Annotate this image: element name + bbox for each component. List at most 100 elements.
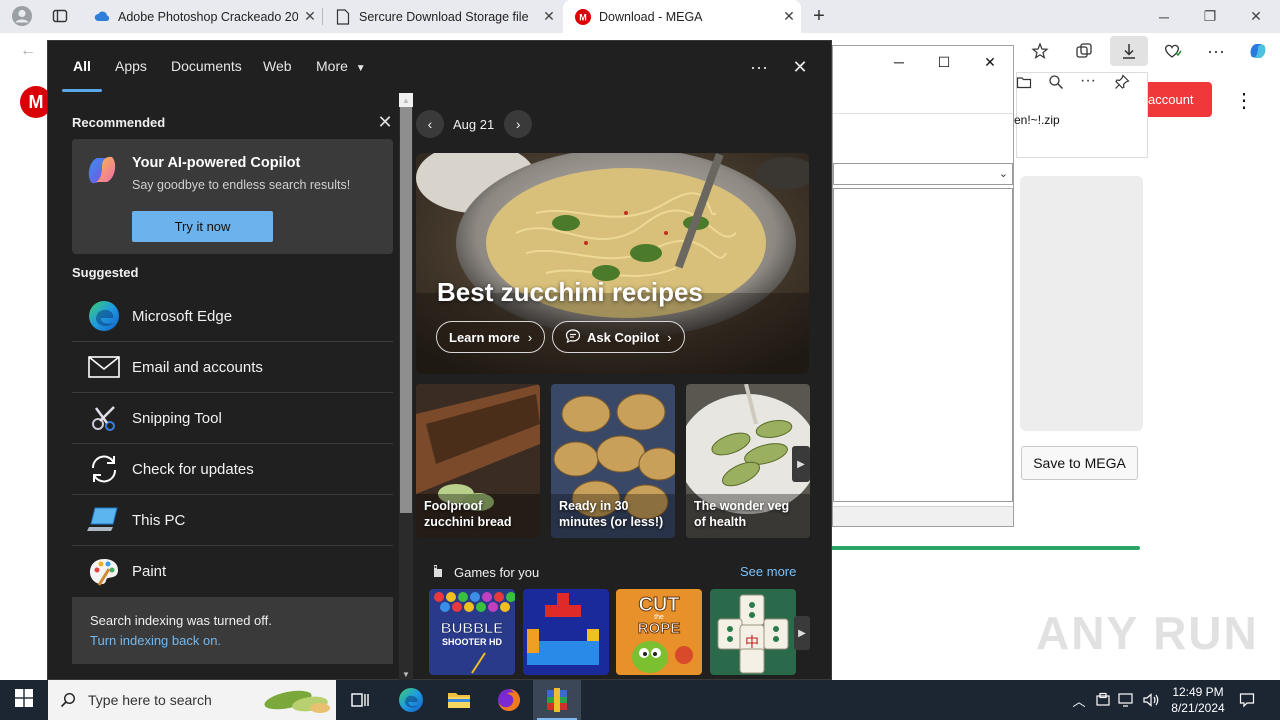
suggested-email-accounts[interactable]: Email and accounts (72, 342, 393, 393)
downloads-icon[interactable] (1110, 36, 1148, 66)
taskbar-clock[interactable]: 12:49 PM 8/21/2024 (1160, 684, 1236, 716)
dialog-title-bar: ─ ☐ ✕ (833, 46, 1013, 76)
learn-more-button[interactable]: Learn more › (436, 321, 546, 353)
security-icon[interactable] (1092, 680, 1114, 720)
tab-more[interactable]: More ▼ (316, 58, 366, 74)
tab-documents[interactable]: Documents (171, 58, 242, 74)
more-icon[interactable]: ··· (1080, 72, 1096, 90)
tab-more-label: More (316, 58, 348, 74)
taskbar-search-box[interactable]: Type here to search (48, 680, 336, 720)
tile-caption: Ready in 30 minutes (or less!) (559, 498, 663, 530)
scroll-up-icon[interactable]: ▲ (399, 93, 413, 107)
close-icon[interactable]: ✕ (777, 8, 801, 25)
game-mahjong[interactable]: 中 (710, 589, 796, 675)
suggested-check-updates[interactable]: Check for updates (72, 444, 393, 495)
search-icon[interactable] (1048, 74, 1064, 95)
settings-menu-icon[interactable]: ··· (1200, 36, 1232, 66)
firefox-icon[interactable] (485, 680, 533, 720)
tiles-next-icon[interactable]: ▶ (792, 446, 810, 482)
notifications-icon[interactable] (1236, 680, 1258, 720)
news-tile-zucchini-bread[interactable]: Foolproof zucchini bread (416, 384, 540, 538)
file-explorer-icon[interactable] (435, 680, 483, 720)
browser-essentials-icon[interactable] (1156, 36, 1188, 66)
tab-adobe-photoshop[interactable]: Adobe Photoshop Crackeado 20 ✕ (82, 0, 322, 33)
ask-copilot-button[interactable]: Ask Copilot › (552, 321, 685, 353)
maximize-icon[interactable]: ☐ (924, 50, 964, 74)
tile-caption: Foolproof zucchini bread (424, 498, 512, 530)
news-tile-ready-in-30[interactable]: Ready in 30 minutes (or less!) (551, 384, 675, 538)
new-tab-button[interactable]: + (803, 1, 835, 31)
search-highlights-pane: ‹ Aug 21 › Best zucchini recipes Learn m… (416, 93, 833, 681)
page-icon (335, 8, 351, 25)
profile-avatar-icon[interactable] (6, 1, 38, 31)
tab-download-mega[interactable]: M Download - MEGA ✕ (563, 0, 801, 33)
hero-title: Best zucchini recipes (437, 277, 703, 307)
windows-taskbar: Type here to search ︿ 12:49 PM 8/21/2024 (0, 680, 1280, 720)
suggested-label: Check for updates (132, 460, 254, 478)
tab-web[interactable]: Web (263, 58, 292, 74)
try-it-now-button[interactable]: Try it now (132, 211, 273, 242)
suggested-this-pc[interactable]: This PC (72, 495, 393, 546)
scroll-down-icon[interactable]: ▼ (399, 667, 413, 681)
tile-caption-line: Foolproof (424, 499, 483, 513)
tab-actions-icon[interactable] (44, 1, 76, 31)
save-to-mega-button[interactable]: Save to MEGA (1021, 446, 1138, 480)
winrar-icon[interactable] (533, 680, 581, 720)
copilot-card-title: Your AI-powered Copilot (132, 155, 301, 171)
previous-day-icon[interactable]: ‹ (416, 110, 444, 138)
tab-title: Adobe Photoshop Crackeado 20 (118, 9, 298, 24)
volume-icon[interactable] (1140, 680, 1162, 720)
show-hidden-icons-icon[interactable]: ︿ (1068, 680, 1090, 720)
dialog-list[interactable] (833, 188, 1013, 502)
close-icon[interactable]: ✕ (970, 50, 1010, 74)
restore-icon[interactable]: ❐ (1187, 0, 1233, 33)
close-flyout-icon[interactable]: ✕ (785, 53, 815, 81)
recommended-heading: Recommended (72, 115, 166, 130)
scrollbar-thumb[interactable] (400, 107, 412, 513)
close-icon[interactable]: ✕ (298, 8, 322, 25)
game-block-puzzle[interactable] (523, 589, 609, 675)
copilot-icon[interactable] (1242, 36, 1274, 66)
pin-icon[interactable] (1114, 74, 1130, 95)
taskbar-edge-icon[interactable] (387, 680, 435, 720)
create-account-button[interactable]: account (1140, 82, 1212, 117)
suggested-microsoft-edge[interactable]: Microsoft Edge (72, 291, 393, 342)
copilot-promo-card[interactable]: Your AI-powered Copilot Say goodbye to e… (72, 139, 393, 254)
task-view-icon[interactable] (336, 680, 384, 720)
minimize-icon[interactable]: ─ (879, 50, 919, 74)
suggested-snipping-tool[interactable]: Snipping Tool (72, 393, 393, 444)
hero-card[interactable]: Best zucchini recipes Learn more › Ask C… (416, 153, 809, 374)
download-filename: en!~!.zip (1014, 113, 1060, 127)
close-window-icon[interactable]: ✕ (1233, 0, 1279, 33)
svg-text:中: 中 (745, 635, 759, 651)
bubble-shooter-thumbnail: BUBBLE SHOOTER HD (429, 589, 515, 675)
next-day-icon[interactable]: › (504, 110, 533, 138)
chat-bubble-icon (565, 328, 581, 347)
tab-all[interactable]: All (73, 58, 91, 74)
close-icon[interactable]: ✕ (537, 8, 561, 25)
game-cut-the-rope[interactable]: CUT the ROPE (616, 589, 702, 675)
games-next-icon[interactable]: ▶ (794, 616, 810, 650)
dialog-combo-box[interactable]: ⌄ (833, 163, 1013, 185)
back-arrow-icon[interactable]: ← (12, 36, 44, 66)
left-pane-scrollbar[interactable]: ▲ ▼ (399, 93, 413, 681)
collections-icon[interactable] (1068, 36, 1100, 66)
favorites-icon[interactable] (1024, 36, 1056, 66)
game-bubble-shooter[interactable]: BUBBLE SHOOTER HD (429, 589, 515, 675)
suggested-paint[interactable]: Paint (72, 546, 393, 597)
dialog-status-bar (833, 506, 1013, 526)
chevron-down-icon[interactable]: ⌄ (999, 167, 1008, 180)
folder-icon[interactable] (1016, 74, 1032, 95)
dismiss-recommended-icon[interactable]: ✕ (376, 112, 394, 132)
copilot-card-subtitle: Say goodbye to endless search results! (132, 178, 351, 192)
turn-indexing-on-link[interactable]: Turn indexing back on. (90, 633, 221, 648)
network-icon[interactable] (1116, 680, 1138, 720)
more-options-icon[interactable]: ··· (744, 53, 774, 81)
tab-secure-download[interactable]: Sercure Download Storage file ✕ (323, 0, 561, 33)
more-options-icon[interactable]: ⋮ (1234, 88, 1254, 112)
date-navigator: ‹ Aug 21 › (416, 110, 533, 138)
tab-apps[interactable]: Apps (115, 58, 147, 74)
see-more-games-link[interactable]: See more (740, 564, 796, 579)
minimize-icon[interactable]: ─ (1141, 0, 1187, 33)
start-button[interactable] (0, 680, 48, 720)
